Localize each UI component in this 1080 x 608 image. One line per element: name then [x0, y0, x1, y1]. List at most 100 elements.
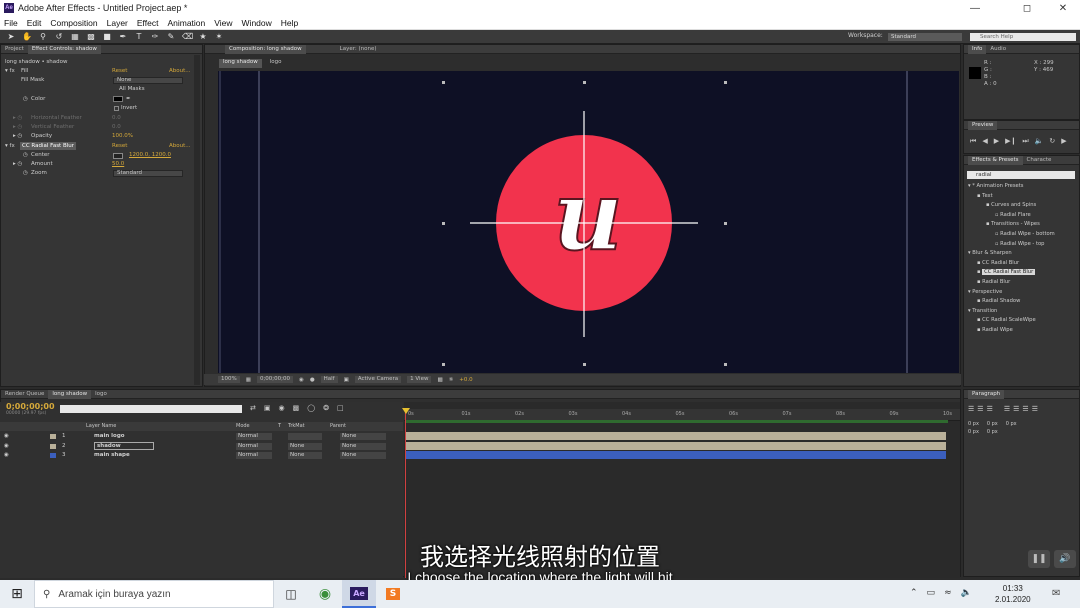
tab-paragraph[interactable]: Paragraph [968, 389, 1005, 399]
first-frame-icon[interactable]: ⏮ [970, 137, 976, 146]
effects-tree-item[interactable]: ▫ Radial Flare [964, 211, 1079, 220]
effects-tree-item[interactable]: ▾ * Animation Presets [964, 182, 1079, 191]
visibility-eye-icon[interactable]: ◉ [4, 442, 9, 451]
layer-label-color[interactable] [50, 453, 56, 458]
fill-about-link[interactable]: About... [169, 67, 191, 76]
layer-trkmat-dropdown[interactable]: None [288, 452, 322, 459]
chrome-icon[interactable]: ◉ [308, 586, 342, 602]
effects-tree-item[interactable]: ▪ Radial Wipe [964, 326, 1079, 335]
eyedropper-icon[interactable]: ✒ [126, 95, 131, 104]
align-left-icon[interactable]: ☰ [968, 405, 974, 413]
battery-icon[interactable]: ▭ [927, 588, 936, 598]
toggle-icon[interactable]: ▩ [437, 377, 442, 383]
menu-layer[interactable]: Layer [107, 18, 128, 28]
amount-row[interactable]: ▸ ◷ Amount 50.0 [1, 160, 201, 169]
tab-logo[interactable]: logo [95, 391, 107, 397]
last-frame-icon[interactable]: ⏭ [1022, 137, 1028, 146]
timeline-timecode[interactable]: 0;00;00;00 [6, 402, 55, 411]
invert-checkbox[interactable] [114, 106, 119, 111]
roto-tool-icon[interactable]: ★ [198, 32, 208, 41]
effects-tree-item[interactable]: ▪ Radial Shadow [964, 297, 1079, 306]
fill-reset-link[interactable]: Reset [112, 67, 127, 76]
region-icon[interactable]: ▣ [344, 377, 349, 383]
justify-last-center-icon[interactable]: ☰ [1013, 405, 1019, 413]
visibility-eye-icon[interactable]: ◉ [4, 432, 9, 441]
taskbar-clock[interactable]: 01:33 2.01.2020 [995, 583, 1031, 605]
fast-preview-icon[interactable]: ✵ [449, 377, 454, 383]
playhead-marker-icon[interactable] [402, 408, 410, 414]
work-area-bar[interactable] [406, 420, 948, 423]
shape-tool-icon[interactable]: ■ [102, 32, 112, 41]
menu-effect[interactable]: Effect [137, 18, 159, 28]
opacity-row[interactable]: ▸ ◷ Opacity 100.0% [1, 132, 201, 141]
sublime-taskbar-icon[interactable]: S [376, 580, 410, 608]
prev-frame-icon[interactable]: ◀ [982, 137, 987, 146]
layer-mode-dropdown[interactable]: Normal [236, 452, 272, 459]
amount-value[interactable]: 50.0 [112, 160, 124, 169]
layer-row[interactable]: ◉ 1 main logo Normal None [0, 432, 403, 441]
effect-cc-radial-row[interactable]: ▾ fx CC Radial Fast Blur Reset About... [1, 142, 201, 151]
magnification-dropdown[interactable]: 100% [218, 376, 240, 383]
layer-name[interactable]: main shape [94, 451, 130, 460]
effects-tree-item[interactable]: ▾ Perspective [964, 288, 1079, 297]
resolution-dropdown[interactable]: Half [320, 376, 338, 383]
play-icon[interactable]: ▶ [994, 137, 999, 146]
left-indent-field[interactable]: 0 px [968, 421, 979, 427]
type-tool-icon[interactable]: T [134, 32, 144, 41]
tab-preview[interactable]: Preview [968, 120, 998, 130]
effects-tree-item[interactable]: ▪ CC Radial ScaleWipe [964, 316, 1079, 325]
snapshot-icon[interactable]: ◉ [299, 377, 304, 383]
tray-expand-icon[interactable]: ⌃ [910, 588, 918, 598]
graph-editor-icon[interactable]: □ [337, 404, 344, 412]
all-masks-row[interactable]: All Masks [1, 85, 201, 94]
effects-tree-item[interactable]: ▪ Curves and Spins [964, 201, 1079, 210]
taskbar-search[interactable]: ⚲ Aramak için buraya yazın [34, 580, 274, 608]
windows-start-icon[interactable]: ⊞ [0, 580, 34, 608]
menu-edit[interactable]: Edit [27, 18, 42, 28]
eraser-tool-icon[interactable]: ⌫ [182, 32, 193, 41]
layer-duration-bar[interactable] [406, 451, 946, 459]
hand-tool-icon[interactable]: ✋ [22, 32, 32, 41]
workspace-select[interactable]: Standard [888, 33, 962, 41]
effects-search-input[interactable]: radial [967, 171, 1075, 179]
layer-parent-dropdown[interactable]: None [340, 452, 386, 459]
tab-effects-presets[interactable]: Effects & Presets [968, 155, 1023, 165]
wifi-icon[interactable]: ≈ [944, 588, 952, 598]
justify-last-right-icon[interactable]: ☰ [1022, 405, 1028, 413]
tab-project[interactable]: Project [5, 46, 24, 52]
comp-flowchart-icon[interactable]: ⇄ [250, 404, 256, 412]
zoom-tool-icon[interactable]: ⚲ [38, 32, 48, 41]
composition-viewer[interactable]: u [218, 71, 959, 373]
current-time[interactable]: 0;00;00;00 [256, 376, 293, 383]
tab-composition[interactable]: Composition: long shadow [225, 44, 306, 54]
brainstorm-icon[interactable]: ❂ [323, 404, 329, 412]
timeline-search-input[interactable] [60, 405, 242, 413]
effects-tree-item[interactable]: ▪ CC Radial Fast Blur [964, 268, 1079, 277]
layer-mode-dropdown[interactable]: Normal [236, 442, 272, 450]
layer-name[interactable]: shadow [94, 441, 154, 450]
space-before-field[interactable]: 0 px [968, 429, 979, 435]
layer-row[interactable]: ◉ 2 shadow Normal None None [0, 441, 403, 451]
search-help-input[interactable]: Search Help [970, 33, 1076, 41]
layer-row[interactable]: ◉ 3 main shape Normal None None [0, 451, 403, 460]
tab-long-shadow[interactable]: long shadow [48, 389, 92, 399]
center-row[interactable]: ◷ Center 1200.0, 1200.0 [1, 151, 201, 160]
after-effects-taskbar-icon[interactable]: Ae [342, 580, 376, 608]
color-swatch[interactable] [113, 96, 123, 102]
first-indent-field[interactable]: 0 px [1006, 421, 1017, 427]
layer-label-color[interactable] [50, 443, 56, 449]
effects-tree-item[interactable]: ▫ Radial Wipe - bottom [964, 230, 1079, 239]
menu-animation[interactable]: Animation [167, 18, 205, 28]
layer-mode-dropdown[interactable]: Normal [236, 433, 272, 440]
justify-last-left-icon[interactable]: ☰ [1004, 405, 1010, 413]
effects-tree-item[interactable]: ▪ Transitions - Wipes [964, 220, 1079, 229]
tab-layer[interactable]: Layer: (none) [340, 46, 377, 52]
effects-tree-item[interactable]: ▪ Radial Blur [964, 278, 1079, 287]
close-icon[interactable]: ✕ [1048, 0, 1078, 16]
stopwatch-icon[interactable]: ◷ [23, 95, 28, 104]
next-frame-icon[interactable]: ▶❙ [1005, 137, 1016, 146]
effects-tree-item[interactable]: ▪ Text [964, 192, 1079, 201]
effects-tree-item[interactable]: ▾ Blur & Sharpen [964, 249, 1079, 258]
right-indent-field[interactable]: 0 px [987, 421, 998, 427]
layer-parent-dropdown[interactable]: None [340, 442, 386, 450]
